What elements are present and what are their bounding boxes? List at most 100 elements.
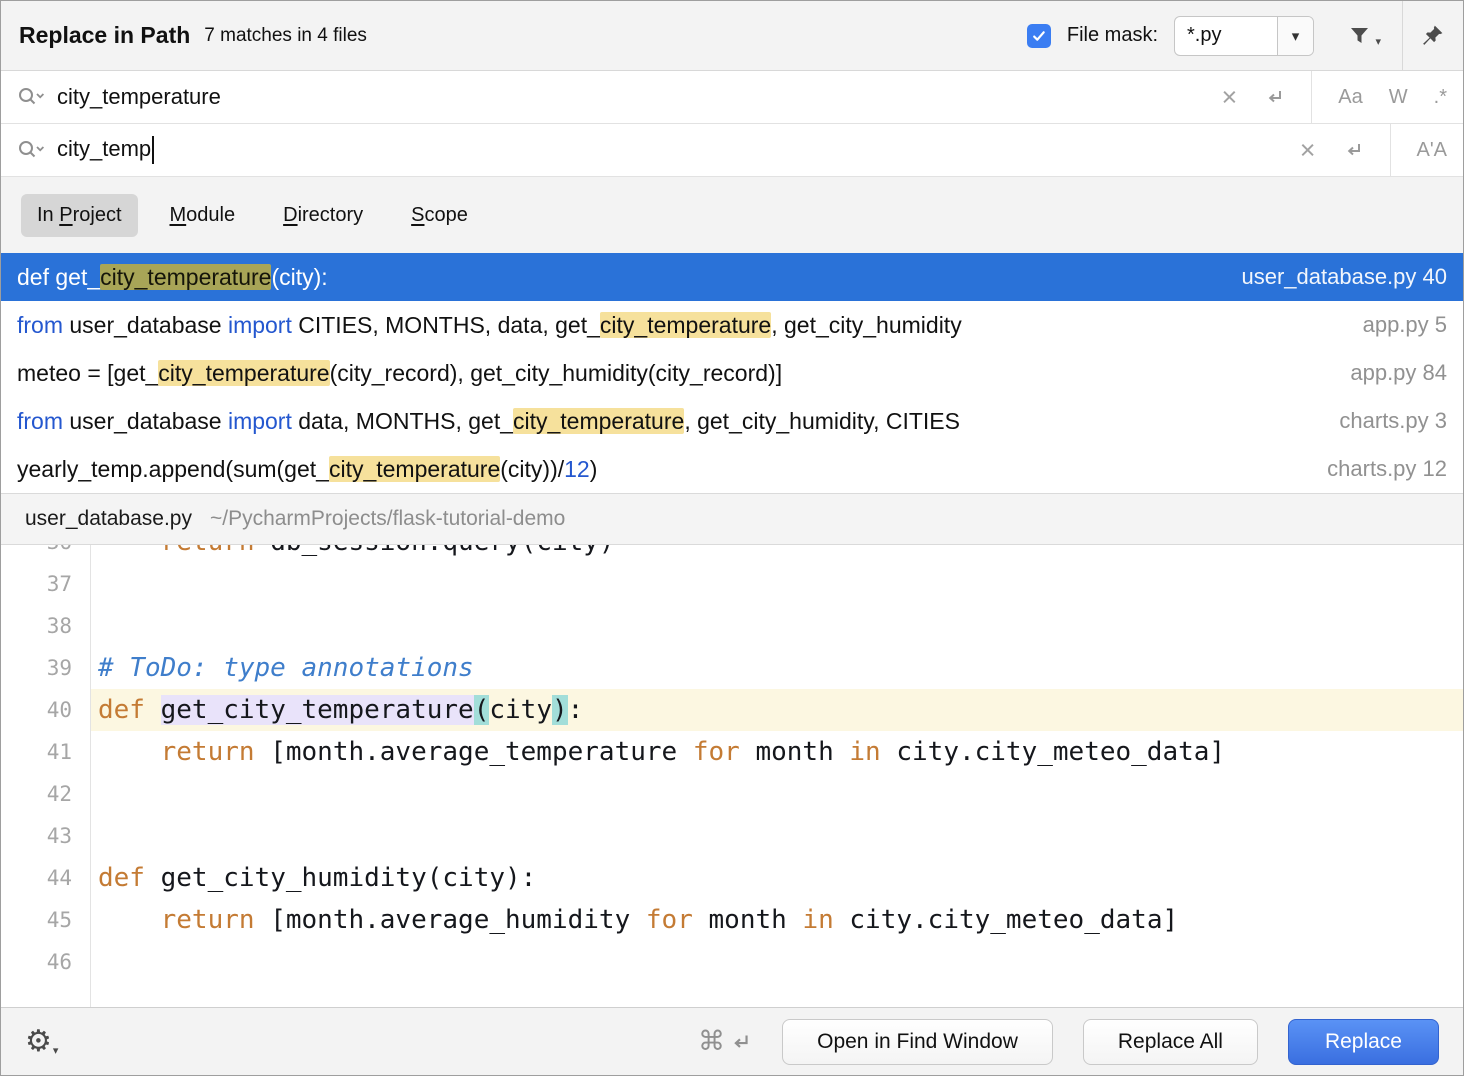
line-number: 43 — [1, 815, 90, 857]
clear-replace-icon[interactable]: × — [1300, 137, 1316, 164]
search-icon[interactable] — [17, 85, 45, 109]
replace-newline-icon[interactable] — [1342, 139, 1364, 161]
text-caret — [152, 136, 154, 164]
code-text: return [month.average_temperature for mo… — [90, 731, 1463, 773]
replace-in-path-dialog: Replace in Path 7 matches in 4 files Fil… — [0, 0, 1464, 1076]
result-location: charts.py 3 — [1315, 408, 1447, 434]
clear-search-icon[interactable]: × — [1222, 84, 1238, 111]
code-lines: 36 return db_session.query(city)373839# … — [1, 545, 1463, 983]
replace-button[interactable]: Replace — [1288, 1019, 1439, 1065]
code-text — [90, 563, 1463, 605]
code-text — [90, 941, 1463, 983]
file-mask-label: File mask: — [1067, 24, 1158, 47]
line-number: 36 — [1, 545, 90, 563]
scope-tab-in-project[interactable]: In Project — [21, 194, 138, 237]
code-text: def get_city_humidity(city): — [90, 857, 1463, 899]
file-mask-value: *.py — [1175, 17, 1277, 55]
line-number: 46 — [1, 941, 90, 983]
result-text: from user_database import CITIES, MONTHS… — [17, 312, 962, 339]
result-row[interactable]: yearly_temp.append(sum(get_city_temperat… — [1, 445, 1463, 493]
check-icon — [1031, 28, 1047, 44]
code-line: 39# ToDo: type annotations — [1, 647, 1463, 689]
pin-icon[interactable] — [1419, 23, 1445, 49]
dialog-header: Replace in Path 7 matches in 4 files Fil… — [1, 1, 1463, 71]
search-row: city_temperature × Aa W .* — [1, 71, 1463, 124]
settings-gear-button[interactable]: ⚙ ▾ — [25, 1027, 58, 1057]
code-line: 40def get_city_temperature(city): — [1, 689, 1463, 731]
replace-input[interactable]: city_temp — [57, 136, 1300, 164]
result-row[interactable]: def get_city_temperature(city): user_data… — [1, 253, 1463, 301]
gear-icon: ⚙ — [25, 1027, 52, 1057]
file-mask-combo[interactable]: *.py ▾ — [1174, 16, 1314, 56]
replace-value: city_temp — [57, 136, 151, 161]
file-mask-checkbox[interactable] — [1027, 24, 1051, 48]
code-text — [90, 605, 1463, 647]
search-field-icons: × Aa W .* — [1222, 71, 1447, 123]
field-separator — [1390, 124, 1391, 176]
code-line: 44def get_city_humidity(city): — [1, 857, 1463, 899]
return-icon — [728, 1030, 752, 1054]
preview-file-name: user_database.py — [25, 507, 192, 531]
editor-preview[interactable]: 36 return db_session.query(city)373839# … — [1, 545, 1463, 1007]
command-icon: ⌘ — [698, 1026, 725, 1057]
line-number: 37 — [1, 563, 90, 605]
regex-toggle[interactable]: .* — [1434, 86, 1447, 109]
header-separator — [1402, 1, 1403, 70]
code-text: # ToDo: type annotations — [90, 647, 1463, 689]
scope-tabs: In Project Module Directory Scope — [1, 177, 1463, 253]
footer-actions: ⌘ Open in Find Window Replace All Replac… — [698, 1019, 1439, 1065]
code-text: def get_city_temperature(city): — [90, 689, 1463, 731]
result-location: app.py 84 — [1326, 360, 1447, 386]
line-number: 40 — [1, 689, 90, 731]
code-line: 37 — [1, 563, 1463, 605]
replace-row: city_temp × A'A — [1, 124, 1463, 177]
match-case-toggle[interactable]: Aa — [1338, 86, 1362, 109]
line-number: 42 — [1, 773, 90, 815]
result-row[interactable]: meteo = [get_city_temperature(city_recor… — [1, 349, 1463, 397]
whole-words-toggle[interactable]: W — [1389, 86, 1408, 109]
code-line: 43 — [1, 815, 1463, 857]
line-number: 45 — [1, 899, 90, 941]
header-controls: File mask: *.py ▾ ▾ — [1027, 1, 1445, 70]
filter-icon[interactable]: ▾ — [1348, 24, 1372, 48]
result-location: app.py 5 — [1339, 312, 1447, 338]
code-line: 45 return [month.average_humidity for mo… — [1, 899, 1463, 941]
search-value: city_temperature — [57, 84, 221, 109]
dialog-title: Replace in Path — [19, 22, 190, 49]
result-text: yearly_temp.append(sum(get_city_temperat… — [17, 456, 597, 483]
result-location: charts.py 12 — [1303, 456, 1447, 482]
field-separator — [1311, 71, 1312, 123]
result-text: meteo = [get_city_temperature(city_recor… — [17, 360, 782, 387]
chevron-down-icon[interactable]: ▾ — [1277, 17, 1313, 55]
result-row[interactable]: from user_database import CITIES, MONTHS… — [1, 301, 1463, 349]
match-summary: 7 matches in 4 files — [204, 25, 367, 47]
scope-tab-scope[interactable]: Scope — [395, 194, 484, 237]
gear-caret-icon: ▾ — [53, 1044, 59, 1057]
dialog-footer: ⚙ ▾ ⌘ Open in Find Window Replace All Re… — [1, 1007, 1463, 1075]
preserve-case-toggle[interactable]: A'A — [1417, 139, 1448, 162]
filter-caret-icon: ▾ — [1375, 35, 1381, 48]
newline-icon[interactable] — [1263, 86, 1285, 108]
code-text — [90, 773, 1463, 815]
line-number: 38 — [1, 605, 90, 647]
replace-all-button[interactable]: Replace All — [1083, 1019, 1258, 1065]
code-text — [90, 815, 1463, 857]
code-line: 41 return [month.average_temperature for… — [1, 731, 1463, 773]
replace-search-icon[interactable] — [17, 138, 45, 162]
cmd-enter-shortcut: ⌘ — [698, 1026, 752, 1057]
line-number: 41 — [1, 731, 90, 773]
result-text: def get_city_temperature(city): — [17, 264, 328, 291]
result-location: user_database.py 40 — [1218, 264, 1448, 290]
line-number: 39 — [1, 647, 90, 689]
gutter-separator — [90, 545, 91, 1007]
code-line: 46 — [1, 941, 1463, 983]
search-input[interactable]: city_temperature — [57, 84, 1222, 110]
replace-field-icons: × A'A — [1300, 124, 1447, 176]
result-text: from user_database import data, MONTHS, … — [17, 408, 960, 435]
preview-file-path: ~/PycharmProjects/flask-tutorial-demo — [210, 507, 565, 531]
scope-tab-module[interactable]: Module — [154, 194, 252, 237]
open-in-find-window-button[interactable]: Open in Find Window — [782, 1019, 1053, 1065]
code-text: return db_session.query(city) — [90, 545, 1463, 563]
scope-tab-directory[interactable]: Directory — [267, 194, 379, 237]
result-row[interactable]: from user_database import data, MONTHS, … — [1, 397, 1463, 445]
